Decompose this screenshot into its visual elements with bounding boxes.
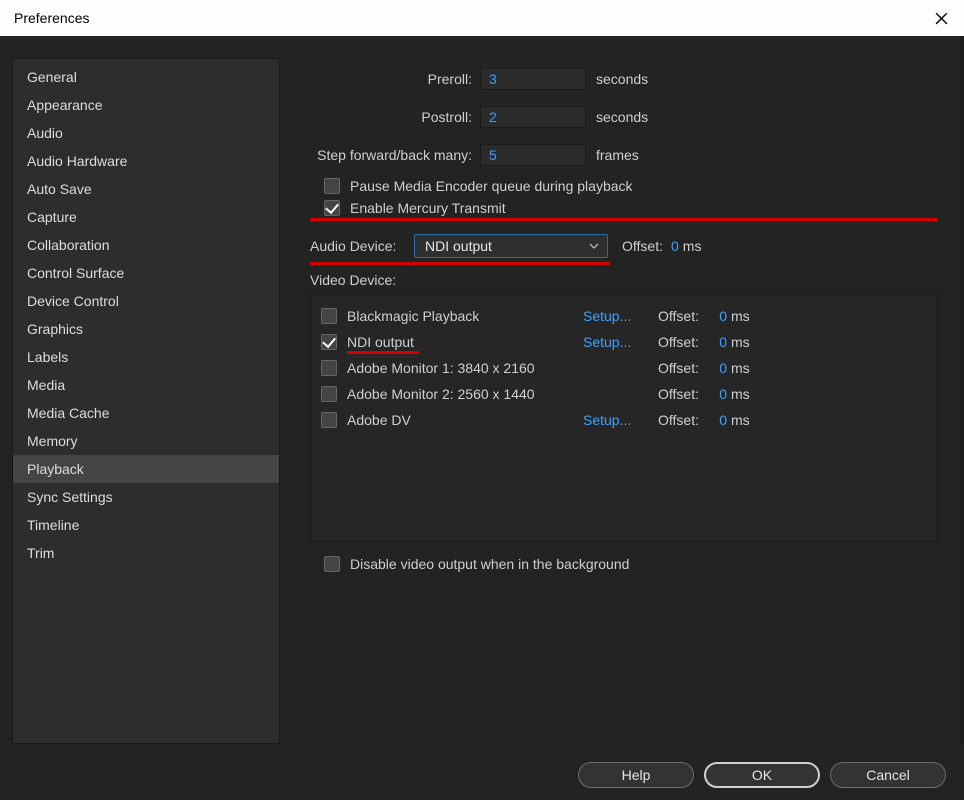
audio-device-value: NDI output [425, 238, 492, 254]
video-device-checkbox[interactable] [321, 360, 337, 376]
video-device-name: NDI output [347, 334, 414, 350]
sidebar-item-appearance[interactable]: Appearance [13, 91, 279, 119]
titlebar: Preferences [0, 0, 964, 36]
pause-encoder-label: Pause Media Encoder queue during playbac… [350, 178, 633, 194]
video-device-checkbox[interactable] [321, 334, 337, 350]
sidebar-item-audio-hardware[interactable]: Audio Hardware [13, 147, 279, 175]
sidebar-item-media[interactable]: Media [13, 371, 279, 399]
workspace: GeneralAppearanceAudioAudio HardwareAuto… [0, 36, 964, 744]
sidebar-item-auto-save[interactable]: Auto Save [13, 175, 279, 203]
step-unit: frames [596, 147, 639, 163]
video-offset-value[interactable]: 0 [705, 386, 727, 402]
video-offset-unit: ms [731, 360, 750, 376]
video-offset-unit: ms [731, 308, 750, 324]
video-device-row: Adobe Monitor 1: 3840 x 2160 Offset: 0ms [321, 355, 927, 381]
video-offset-label: Offset: [643, 386, 699, 402]
cancel-button[interactable]: Cancel [830, 762, 946, 788]
annotation-underline [310, 218, 938, 221]
video-device-label: Video Device: [310, 272, 938, 288]
sidebar-item-sync-settings[interactable]: Sync Settings [13, 483, 279, 511]
sidebar-item-capture[interactable]: Capture [13, 203, 279, 231]
audio-device-label: Audio Device: [310, 238, 404, 254]
window-title: Preferences [14, 10, 89, 26]
video-device-name: Adobe Monitor 2: 2560 x 1440 [347, 386, 535, 402]
mercury-transmit-label: Enable Mercury Transmit [350, 200, 506, 216]
video-device-name: Adobe Monitor 1: 3840 x 2160 [347, 360, 535, 376]
disable-bg-label: Disable video output when in the backgro… [350, 556, 629, 572]
video-device-list: Blackmagic PlaybackSetup...Offset:0msNDI… [310, 294, 938, 542]
preroll-label: Preroll: [310, 71, 480, 87]
video-offset-label: Offset: [643, 334, 699, 350]
video-offset-value[interactable]: 0 [705, 360, 727, 376]
video-device-checkbox[interactable] [321, 386, 337, 402]
audio-device-select[interactable]: NDI output [414, 234, 608, 258]
video-device-checkbox[interactable] [321, 412, 337, 428]
preroll-unit: seconds [596, 71, 648, 87]
postroll-input[interactable]: 2 [480, 106, 586, 128]
video-device-name: Adobe DV [347, 412, 411, 428]
content-pane: Preroll: 3 seconds Postroll: 2 seconds S… [280, 58, 956, 744]
sidebar-item-control-surface[interactable]: Control Surface [13, 259, 279, 287]
sidebar-item-collaboration[interactable]: Collaboration [13, 231, 279, 259]
sidebar-item-labels[interactable]: Labels [13, 343, 279, 371]
preroll-input[interactable]: 3 [480, 68, 586, 90]
ok-button[interactable]: OK [704, 762, 820, 788]
help-button[interactable]: Help [578, 762, 694, 788]
annotation-underline [310, 262, 610, 265]
video-offset-value[interactable]: 0 [705, 412, 727, 428]
step-label: Step forward/back many: [310, 147, 480, 163]
scrollbar-track[interactable] [960, 36, 964, 744]
video-device-row: Blackmagic Playback Setup...Offset: 0ms [321, 303, 927, 329]
step-input[interactable]: 5 [480, 144, 586, 166]
video-offset-label: Offset: [643, 412, 699, 428]
audio-offset-label: Offset: [622, 238, 663, 254]
video-offset-label: Offset: [643, 308, 699, 324]
audio-offset-value[interactable]: 0 [671, 238, 679, 254]
video-offset-unit: ms [731, 412, 750, 428]
video-offset-value[interactable]: 0 [705, 334, 727, 350]
sidebar-item-graphics[interactable]: Graphics [13, 315, 279, 343]
sidebar-item-audio[interactable]: Audio [13, 119, 279, 147]
video-device-setup-link[interactable]: Setup... [583, 334, 643, 350]
video-device-name: Blackmagic Playback [347, 308, 479, 324]
video-device-row: Adobe Monitor 2: 2560 x 1440 Offset: 0ms [321, 381, 927, 407]
sidebar-item-device-control[interactable]: Device Control [13, 287, 279, 315]
sidebar-item-memory[interactable]: Memory [13, 427, 279, 455]
video-offset-unit: ms [731, 386, 750, 402]
button-bar: Help OK Cancel [578, 762, 946, 788]
postroll-unit: seconds [596, 109, 648, 125]
video-offset-value[interactable]: 0 [705, 308, 727, 324]
video-device-setup-link[interactable]: Setup... [583, 412, 643, 428]
disable-bg-checkbox[interactable] [324, 556, 340, 572]
audio-offset-unit: ms [683, 238, 702, 254]
annotation-underline [347, 351, 419, 354]
video-device-row: NDI output Setup...Offset: 0ms [321, 329, 927, 355]
chevron-down-icon [589, 238, 599, 254]
video-device-row: Adobe DV Setup...Offset: 0ms [321, 407, 927, 433]
video-offset-unit: ms [731, 334, 750, 350]
sidebar-item-media-cache[interactable]: Media Cache [13, 399, 279, 427]
sidebar-item-timeline[interactable]: Timeline [13, 511, 279, 539]
sidebar-item-general[interactable]: General [13, 63, 279, 91]
close-icon[interactable] [932, 9, 950, 27]
sidebar: GeneralAppearanceAudioAudio HardwareAuto… [12, 58, 280, 744]
pause-encoder-checkbox[interactable] [324, 178, 340, 194]
video-offset-label: Offset: [643, 360, 699, 376]
mercury-transmit-checkbox[interactable] [324, 200, 340, 216]
sidebar-item-trim[interactable]: Trim [13, 539, 279, 567]
video-device-checkbox[interactable] [321, 308, 337, 324]
sidebar-item-playback[interactable]: Playback [13, 455, 279, 483]
video-device-setup-link[interactable]: Setup... [583, 308, 643, 324]
postroll-label: Postroll: [310, 109, 480, 125]
